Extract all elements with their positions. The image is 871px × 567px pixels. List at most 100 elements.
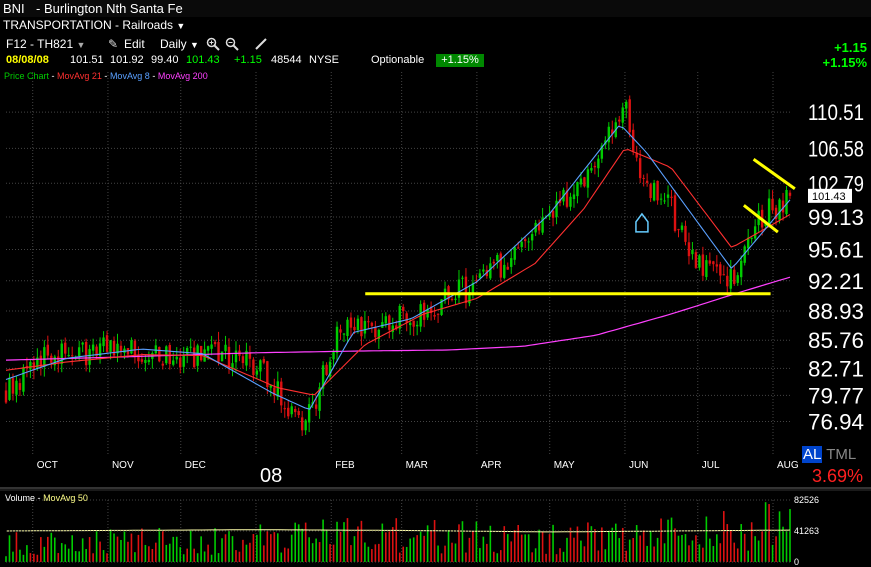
candle-body [342, 333, 346, 335]
candle-body [280, 381, 283, 406]
candle-body [4, 390, 8, 403]
optionable-label: Optionable [371, 54, 425, 66]
candle-body [29, 361, 32, 370]
candle-body [18, 383, 22, 390]
chevron-down-icon: ▼ [190, 40, 199, 50]
candle-body [290, 406, 293, 415]
legend-ma8: MovAvg 8 [109, 71, 150, 81]
candle-body [304, 420, 307, 431]
candle-body [405, 313, 408, 323]
change-pct-badge: +1.15% [436, 54, 484, 67]
quote-high: 101.92 [110, 54, 144, 66]
y-tick-label: 79.77 [808, 383, 864, 408]
candle-body [102, 337, 105, 347]
candle-body [666, 194, 670, 198]
candle-body [367, 321, 370, 323]
candle-body [112, 340, 116, 356]
candle-body [461, 277, 464, 279]
candle-body [740, 260, 743, 278]
zoom-out-icon[interactable] [225, 37, 239, 54]
channel-upper-line[interactable] [752, 158, 796, 190]
x-tick-label: MAY [554, 460, 575, 471]
candle-body [530, 234, 534, 241]
legend-price-chart: Price Chart [4, 71, 50, 81]
candle-body [353, 326, 356, 331]
candle-body [712, 261, 715, 265]
candle-body [22, 367, 25, 392]
volume-ma-label: MovAvg 50 [43, 493, 88, 503]
candle-body [638, 158, 642, 179]
volume-tick-label: 41263 [794, 526, 819, 536]
list-dropdown[interactable]: F12 - TH821 ▼ [6, 37, 85, 51]
candle-body [523, 239, 527, 242]
candle-body [527, 241, 530, 243]
legend-ma200: MovAvg 200 [157, 71, 208, 81]
candle-body [77, 347, 81, 357]
x-tick-label: OCT [37, 460, 58, 471]
candle-body [109, 340, 112, 352]
candle-body [370, 322, 374, 326]
chevron-down-icon: ▼ [176, 21, 186, 31]
candle-body [105, 335, 109, 352]
candle-body [259, 360, 262, 372]
title-bar: BNI - Burlington Nth Santa Fe [0, 0, 871, 17]
candle-body [778, 199, 781, 220]
zoom-in-icon[interactable] [206, 37, 220, 54]
candle-body [659, 198, 663, 200]
altml-value: 3.69% [812, 466, 864, 486]
candle-body [144, 359, 147, 363]
altml-indicator[interactable]: AL TML [802, 446, 856, 463]
candle-body [621, 107, 624, 123]
sector-dropdown[interactable]: TRANSPORTATION - Railroads ▼ [3, 18, 185, 32]
candle-body [736, 275, 739, 283]
candle-body [140, 359, 144, 362]
candle-body [715, 264, 719, 267]
candle-body [698, 255, 701, 268]
candle-body [130, 340, 133, 354]
candle-body [719, 264, 722, 276]
ma21-line [5, 149, 791, 396]
x-tick-label: JUN [629, 460, 648, 471]
candle-body [705, 260, 708, 278]
candle-body [579, 178, 583, 185]
candle-body [551, 210, 555, 218]
candle-body [454, 298, 457, 300]
candle-body [750, 237, 753, 239]
candle-body [625, 101, 628, 109]
candle-body [572, 194, 576, 200]
quote-low: 99.40 [151, 54, 179, 66]
candle-body [510, 258, 513, 267]
candle-body [297, 410, 300, 416]
candle-body [234, 350, 238, 363]
candle-body [356, 318, 360, 331]
chart-legend: Price Chart - MovAvg 21 - MovAvg 8 - Mov… [4, 71, 208, 81]
candle-body [402, 306, 405, 311]
chart-window: OCT NOV DEC 08 FEB MAR APR MAY JUN JUL AUG 110.51 10… [0, 0, 871, 567]
candle-body [287, 407, 290, 417]
candle-body [492, 261, 496, 264]
quote-change: +1.15 [234, 54, 262, 66]
toolbar: F12 - TH821 ▼ ✎ Edit Daily ▼ [0, 35, 871, 53]
candle-body [388, 315, 391, 330]
candle-body [91, 344, 95, 351]
edit-button[interactable]: Edit [124, 37, 145, 51]
period-dropdown[interactable]: Daily ▼ [160, 37, 199, 51]
ticker-symbol[interactable]: BNI [3, 1, 25, 16]
candle-body [652, 182, 656, 201]
volume-tick-label: 0 [794, 557, 799, 567]
candle-body [499, 253, 502, 278]
candle-body [276, 381, 279, 397]
candle-body [520, 241, 523, 248]
candle-body [517, 247, 520, 249]
candle-body [408, 322, 412, 326]
candle-body [307, 404, 311, 423]
candle-body [248, 353, 252, 359]
candle-body [255, 370, 259, 375]
candle-body [767, 198, 771, 225]
x-tick-label: MAR [406, 460, 428, 471]
candle-body [213, 341, 217, 345]
pen-icon[interactable] [254, 37, 268, 54]
candle-body [64, 342, 67, 354]
y-tick-label: 76.94 [808, 410, 864, 435]
candle-body [154, 345, 158, 354]
